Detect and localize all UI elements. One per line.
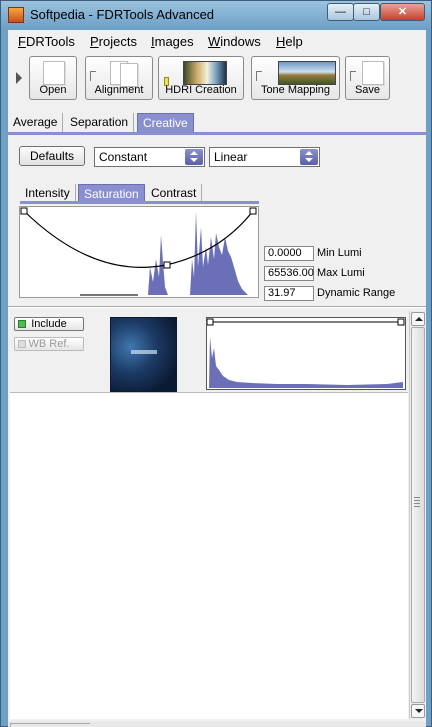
save-button[interactable]: Save bbox=[345, 56, 390, 100]
open-button[interactable]: Open bbox=[29, 56, 77, 100]
dynamic-range-label: Dynamic Range bbox=[317, 287, 396, 299]
step-check-icon bbox=[256, 71, 262, 81]
range-handle-right[interactable] bbox=[397, 318, 405, 326]
curve-select-value: Linear bbox=[214, 150, 248, 164]
section-divider bbox=[8, 306, 426, 308]
curve-handle-left[interactable] bbox=[20, 207, 28, 215]
document-icon bbox=[43, 61, 65, 85]
wb-ref-led-icon bbox=[18, 340, 26, 348]
image-histogram[interactable] bbox=[206, 317, 406, 390]
dynamic-range-field[interactable]: 31.97 bbox=[264, 286, 314, 301]
image-thumbnail[interactable] bbox=[110, 317, 177, 392]
menu-images[interactable]: Images bbox=[151, 34, 194, 49]
toolbar-grip-icon[interactable] bbox=[16, 72, 22, 84]
minimize-button[interactable]: — bbox=[327, 3, 354, 21]
tone-mapping-thumbnail bbox=[278, 61, 336, 85]
curve-handle-mid[interactable] bbox=[163, 261, 171, 269]
menu-bar: FDRTools Projects Images Windows Help bbox=[8, 30, 426, 52]
histogram-graph bbox=[206, 318, 405, 388]
max-lumi-label: Max Lumi bbox=[317, 267, 365, 279]
close-button[interactable]: ✕ bbox=[380, 3, 425, 21]
scroll-up-icon[interactable] bbox=[411, 312, 425, 326]
mode-select-value: Constant bbox=[99, 150, 148, 164]
hdri-thumbnail bbox=[183, 61, 227, 85]
max-lumi-field[interactable]: 65536.00 bbox=[264, 266, 314, 281]
histogram-area bbox=[209, 336, 403, 388]
tone-mapping-label: Tone Mapping bbox=[260, 84, 331, 96]
alignment-button[interactable]: Alignment bbox=[85, 56, 153, 100]
tab-creative[interactable]: Creative bbox=[137, 113, 194, 133]
tone-mapping-button[interactable]: Tone Mapping bbox=[251, 56, 340, 100]
tab-separation[interactable]: Separation bbox=[65, 113, 135, 133]
curve-graph bbox=[20, 207, 257, 296]
select-arrows-icon bbox=[185, 149, 203, 165]
menu-fdrtools[interactable]: FDRTools bbox=[18, 34, 75, 49]
app-icon bbox=[8, 7, 24, 23]
histogram-bars bbox=[148, 211, 248, 295]
image-list: Include WB Ref. bbox=[10, 311, 408, 719]
wb-ref-toggle[interactable]: WB Ref. bbox=[14, 337, 84, 351]
status-segment bbox=[10, 723, 90, 727]
menu-windows[interactable]: Windows bbox=[208, 34, 261, 49]
alignment-label: Alignment bbox=[94, 84, 144, 96]
defaults-button[interactable]: Defaults bbox=[19, 146, 86, 166]
mode-select[interactable]: Constant bbox=[94, 147, 205, 167]
include-toggle[interactable]: Include bbox=[14, 317, 84, 331]
scroll-down-icon[interactable] bbox=[411, 704, 425, 718]
scroll-thumb[interactable] bbox=[411, 327, 425, 703]
select-arrows-icon bbox=[300, 149, 318, 165]
maximize-button[interactable]: □ bbox=[353, 3, 380, 21]
client-area: FDRTools Projects Images Windows Help Op… bbox=[8, 30, 426, 727]
toolbar: Open Alignment HDRI Creation Tone Mappin… bbox=[8, 54, 426, 104]
min-lumi-label: Min Lumi bbox=[317, 247, 362, 259]
hdri-creation-button[interactable]: HDRI Creation bbox=[158, 56, 244, 100]
curve-handle-right[interactable] bbox=[249, 207, 257, 215]
saturation-curve-editor[interactable] bbox=[19, 206, 259, 298]
hdri-creation-label: HDRI Creation bbox=[165, 84, 237, 96]
app-window: Softpedia - FDRTools Advanced — □ ✕ FDRT… bbox=[0, 0, 432, 727]
step-check-icon bbox=[90, 71, 96, 81]
window-title: Softpedia - FDRTools Advanced bbox=[30, 7, 215, 22]
step-check-icon bbox=[350, 71, 356, 81]
save-label: Save bbox=[354, 84, 381, 96]
sub-tab-underline bbox=[20, 201, 259, 204]
tab-underline bbox=[8, 132, 426, 135]
menu-help[interactable]: Help bbox=[276, 34, 303, 49]
min-lumi-field[interactable]: 0.0000 bbox=[264, 246, 314, 261]
thumbnail-logo bbox=[131, 350, 157, 354]
open-label: Open bbox=[39, 84, 67, 96]
curve-select[interactable]: Linear bbox=[209, 147, 320, 167]
range-handle-left[interactable] bbox=[206, 318, 214, 326]
status-bar bbox=[8, 721, 426, 727]
include-label: Include bbox=[31, 318, 67, 330]
main-tabs: Average Separation Creative bbox=[8, 111, 426, 133]
wb-ref-label: WB Ref. bbox=[28, 338, 70, 350]
scroll-grip-icon bbox=[414, 497, 420, 509]
menu-projects[interactable]: Projects bbox=[90, 34, 137, 49]
title-bar[interactable]: Softpedia - FDRTools Advanced — □ ✕ bbox=[1, 1, 431, 29]
save-document-icon bbox=[362, 61, 384, 85]
include-led-icon bbox=[18, 320, 26, 328]
tab-average[interactable]: Average bbox=[8, 113, 64, 133]
list-item[interactable]: Include WB Ref. bbox=[10, 311, 408, 393]
vertical-scrollbar[interactable] bbox=[409, 311, 425, 719]
